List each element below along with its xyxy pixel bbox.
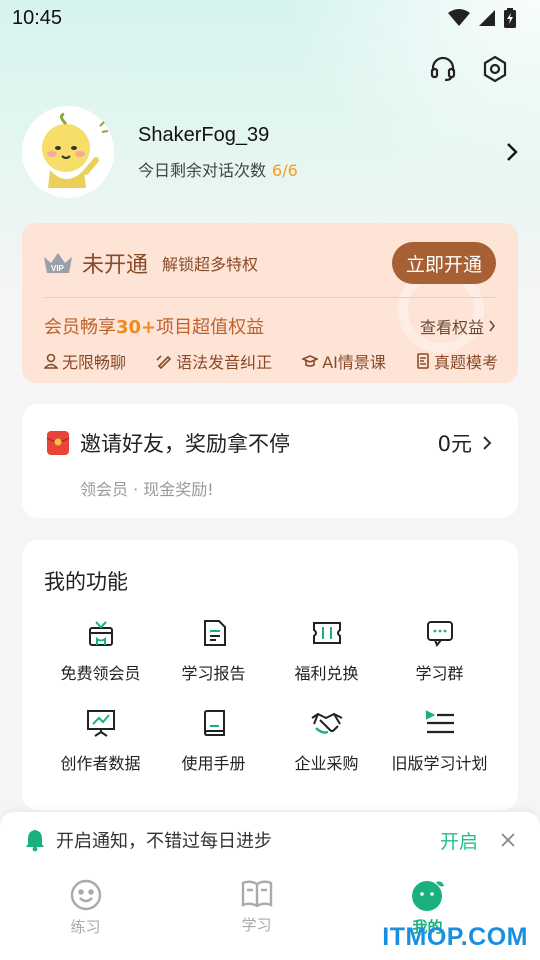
- chart-board-icon: [84, 706, 118, 740]
- gift-icon: [84, 616, 118, 650]
- settings-icon[interactable]: [480, 54, 510, 84]
- vip-headline-pre: 会员畅享: [44, 317, 116, 338]
- vip-perks: 无限畅聊 语法发音纠正 AI情景课 真题模考: [44, 349, 498, 373]
- perk-item: 真题模考: [416, 349, 498, 373]
- invite-subtitle: 领会员 · 现金奖励!: [80, 480, 214, 499]
- notification-text: 开启通知，不错过每日进步: [56, 831, 272, 852]
- perk-item: 无限畅聊: [44, 349, 126, 373]
- chevron-right-icon: [483, 436, 492, 450]
- perk-label: AI情景课: [322, 353, 386, 372]
- perk-label: 真题模考: [433, 353, 498, 372]
- ticket-icon: [310, 616, 344, 650]
- vip-headline-highlight: 30+: [116, 317, 157, 338]
- profile-header[interactable]: ShakerFog_39 今日剩余对话次数 6/6: [22, 106, 522, 198]
- invite-title: 邀请好友，奖励拿不停: [80, 432, 290, 456]
- function-enterprise-purchase[interactable]: 企业采购: [270, 706, 383, 774]
- vip-status: 未开通: [82, 253, 149, 278]
- watermark-logo: ITMOP.COM: [382, 923, 528, 951]
- battery-icon: [504, 8, 516, 28]
- invite-amount: 0元: [437, 432, 472, 456]
- function-study-report[interactable]: 学习报告: [157, 616, 270, 684]
- section-title: 我的功能: [44, 570, 128, 594]
- profile-face-icon: [411, 881, 444, 911]
- open-book-icon: [241, 880, 272, 908]
- notification-prompt: 开启通知，不错过每日进步 开启: [0, 812, 540, 868]
- chat-count-value: 6/6: [272, 160, 298, 180]
- signal-icon: [479, 10, 495, 26]
- person-icon: [44, 353, 58, 369]
- perk-item: AI情景课: [302, 349, 386, 373]
- profile-info: ShakerFog_39 今日剩余对话次数 6/6: [138, 124, 502, 181]
- status-time: 10:45: [12, 6, 63, 29]
- invite-row: 邀请好友，奖励拿不停 0元: [46, 428, 492, 458]
- red-envelope-icon: [46, 431, 70, 455]
- avatar-mascot-icon: [42, 112, 108, 188]
- function-label: 创作者数据: [60, 754, 141, 773]
- function-label: 旧版学习计划: [391, 754, 488, 773]
- smile-icon: [70, 879, 101, 911]
- plan-list-icon: [423, 706, 457, 740]
- close-icon[interactable]: [500, 832, 516, 848]
- exam-paper-icon: [417, 353, 429, 369]
- tab-practice[interactable]: 练习: [0, 868, 171, 960]
- functions-grid: 免费领会员 学习报告 福利兑换 学习群 创作者数据 使用手册 企业采购 旧版学习…: [44, 616, 496, 774]
- function-free-membership[interactable]: 免费领会员: [44, 616, 157, 684]
- function-label: 学习报告: [181, 664, 246, 683]
- functions-card: 我的功能 免费领会员 学习报告 福利兑换 学习群 创作者数据 使用手册 企业采购…: [22, 540, 518, 810]
- function-user-manual[interactable]: 使用手册: [157, 706, 270, 774]
- chat-group-icon: [423, 616, 457, 650]
- invite-card[interactable]: 邀请好友，奖励拿不停 0元 领会员 · 现金奖励!: [22, 404, 518, 518]
- perk-label: 无限畅聊: [62, 353, 127, 372]
- function-label: 免费领会员: [60, 664, 141, 683]
- username: ShakerFog_39: [138, 123, 270, 146]
- vip-headline: 会员畅享30+项目超值权益: [44, 313, 264, 339]
- vip-benefits-row: 会员畅享30+项目超值权益 查看权益: [44, 313, 496, 339]
- status-icons: [448, 8, 516, 28]
- view-benefits-link[interactable]: 查看权益: [420, 314, 496, 338]
- function-legacy-study-plan[interactable]: 旧版学习计划: [383, 706, 496, 774]
- bell-icon: [26, 830, 44, 852]
- vip-card[interactable]: VIP 未开通 解锁超多特权 立即开通 会员畅享30+项目超值权益 查看权益 无…: [22, 223, 518, 383]
- pen-icon: [156, 355, 172, 369]
- vip-open-button[interactable]: 立即开通: [391, 242, 496, 284]
- svg-text:VIP: VIP: [51, 264, 65, 273]
- vip-headline-post: 项目超值权益: [156, 317, 265, 338]
- function-label: 企业采购: [294, 754, 359, 773]
- tab-study[interactable]: 学习: [171, 868, 342, 960]
- handshake-icon: [310, 706, 344, 740]
- enable-notification-button[interactable]: 开启: [440, 827, 478, 854]
- graduation-cap-icon: [302, 355, 319, 367]
- function-study-group[interactable]: 学习群: [383, 616, 496, 684]
- view-benefits-label: 查看权益: [419, 318, 484, 337]
- vip-subtitle: 解锁超多特权: [162, 255, 259, 274]
- chat-count-label: 今日剩余对话次数: [138, 160, 267, 180]
- status-bar: 10:45: [0, 0, 540, 36]
- wifi-icon: [448, 9, 470, 26]
- customer-service-icon[interactable]: [428, 54, 458, 84]
- vip-crown-icon: VIP: [44, 253, 72, 273]
- function-rewards-exchange[interactable]: 福利兑换: [270, 616, 383, 684]
- perk-label: 语法发音纠正: [176, 353, 273, 372]
- chevron-right-icon: [489, 320, 496, 332]
- tab-label: 练习: [70, 918, 101, 936]
- perk-item: 语法发音纠正: [156, 349, 272, 373]
- function-label: 福利兑换: [294, 664, 359, 683]
- divider: [44, 297, 496, 298]
- function-label: 使用手册: [181, 754, 246, 773]
- chevron-right-icon[interactable]: [502, 137, 522, 167]
- report-icon: [197, 616, 231, 650]
- chat-count: 今日剩余对话次数 6/6: [138, 157, 502, 181]
- function-label: 学习群: [415, 664, 464, 683]
- book-icon: [197, 706, 231, 740]
- function-creator-data[interactable]: 创作者数据: [44, 706, 157, 774]
- vip-header: VIP 未开通 解锁超多特权 立即开通: [42, 241, 496, 285]
- tab-label: 学习: [241, 916, 272, 934]
- top-actions: [428, 54, 510, 84]
- avatar[interactable]: [22, 106, 114, 198]
